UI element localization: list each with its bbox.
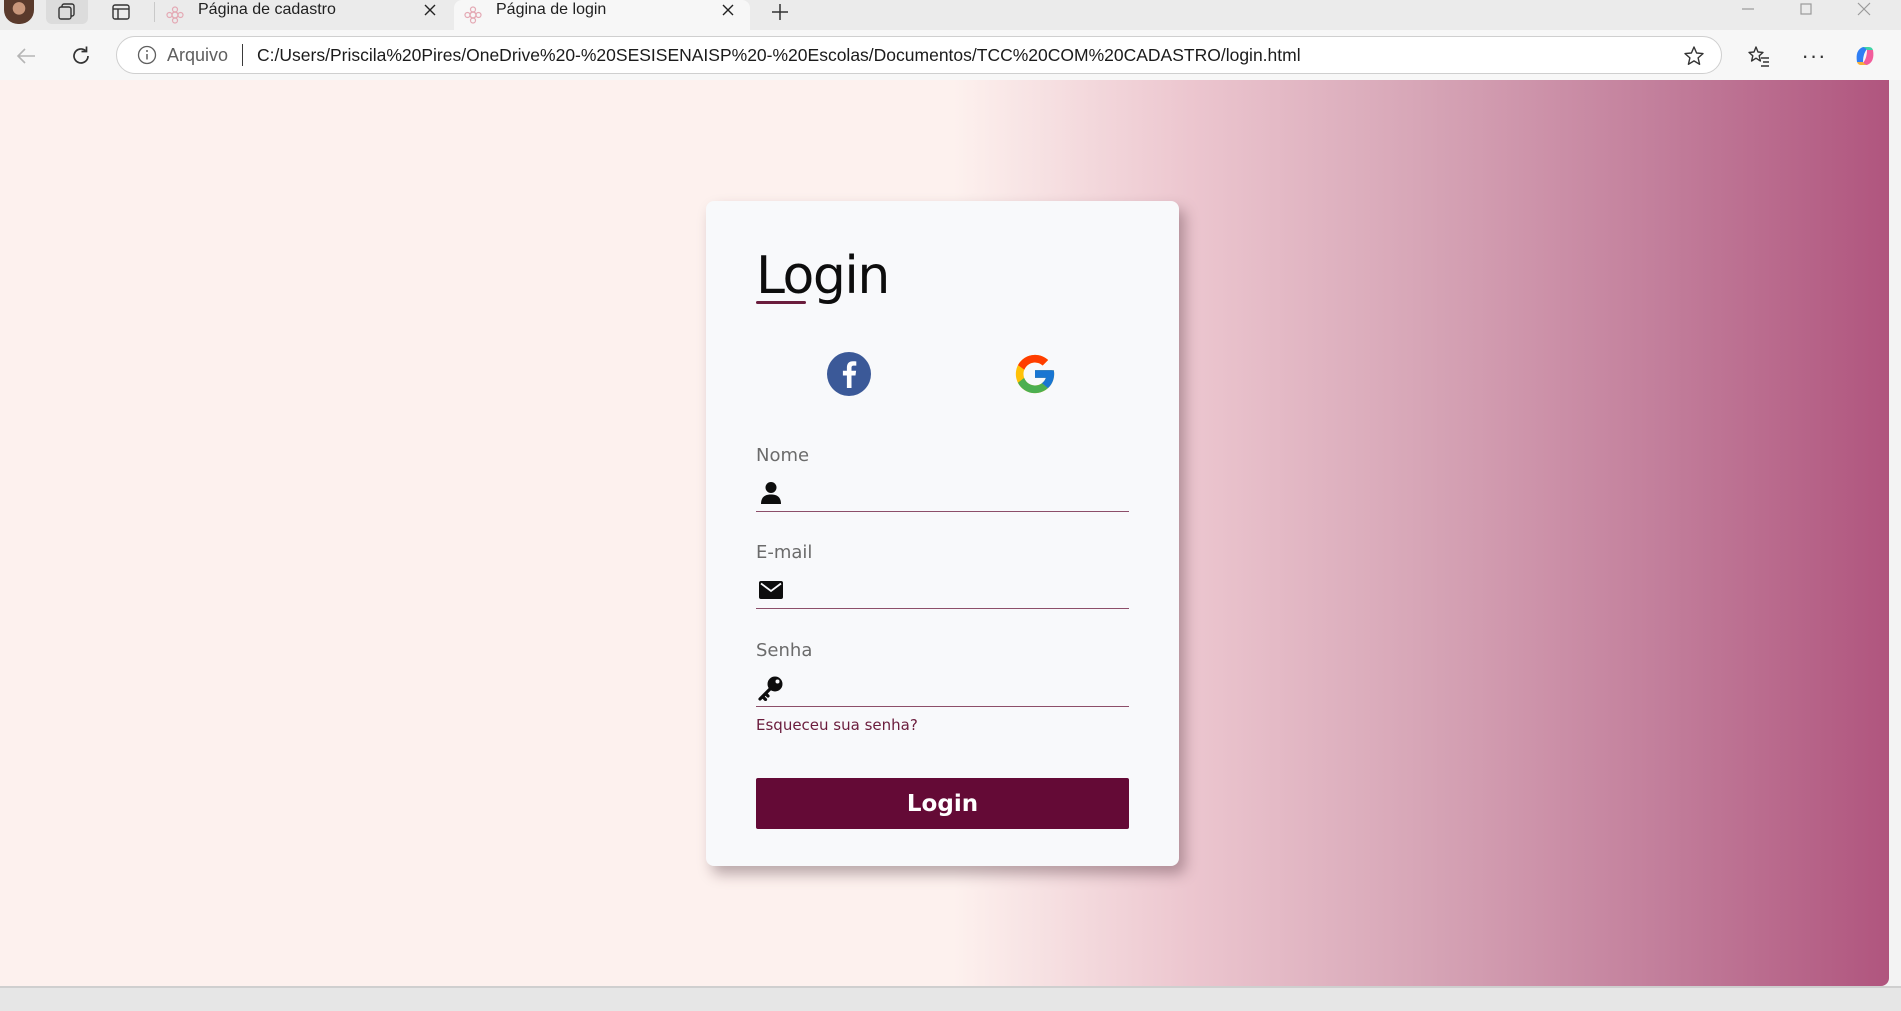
tab-separator xyxy=(154,2,155,22)
email-input[interactable] xyxy=(784,571,1129,608)
reload-icon xyxy=(73,46,89,64)
tab-pagina-de-login[interactable]: Página de login xyxy=(454,0,750,30)
email-label: E-mail xyxy=(756,542,813,563)
more-options-button[interactable]: ··· xyxy=(1796,38,1832,74)
email-input-row xyxy=(756,571,1129,609)
minimize-button[interactable] xyxy=(1724,0,1772,18)
senha-label: Senha xyxy=(756,640,813,661)
site-info-label[interactable]: Arquivo xyxy=(167,45,228,66)
url-text[interactable]: C:/Users/Priscila%20Pires/OneDrive%20-%2… xyxy=(257,45,1301,66)
flower-favicon-icon xyxy=(464,6,482,24)
copilot-button[interactable] xyxy=(1847,38,1883,74)
tab-title: Página de cadastro xyxy=(198,1,336,18)
title-underline xyxy=(756,301,806,304)
login-card: Login Nome E-mail Senha Esqueceu sua sen… xyxy=(706,201,1179,866)
vertical-tabs-button[interactable] xyxy=(100,0,142,24)
nome-field: Nome xyxy=(756,445,1129,512)
tab-title: Página de login xyxy=(496,1,607,18)
google-icon xyxy=(1015,354,1055,394)
back-button[interactable] xyxy=(8,38,44,74)
nome-label: Nome xyxy=(756,445,810,466)
taskbar-strip xyxy=(0,986,1901,1011)
google-login-button[interactable] xyxy=(1012,351,1058,397)
facebook-icon xyxy=(827,352,871,396)
address-separator xyxy=(242,44,244,66)
tab-pagina-de-cadastro[interactable]: Página de cadastro xyxy=(156,0,452,30)
email-field: E-mail xyxy=(756,542,1129,609)
copilot-icon xyxy=(1856,47,1874,65)
info-icon[interactable] xyxy=(137,45,157,65)
envelope-icon xyxy=(758,577,784,603)
senha-input-row xyxy=(756,669,1129,707)
plus-icon xyxy=(772,4,788,20)
address-bar[interactable]: Arquivo C:/Users/Priscila%20Pires/OneDri… xyxy=(116,36,1722,74)
workspaces-button[interactable] xyxy=(46,0,88,24)
browser-tab-strip: Página de cadastro Página de login xyxy=(0,0,1901,30)
close-icon xyxy=(1857,2,1871,16)
maximize-icon xyxy=(1800,3,1812,15)
senha-input[interactable] xyxy=(784,669,1129,706)
nome-input[interactable] xyxy=(784,474,1129,511)
favorites-button[interactable] xyxy=(1741,38,1777,74)
minimize-icon xyxy=(1742,8,1754,10)
forgot-password-link[interactable]: Esqueceu sua senha? xyxy=(756,716,918,734)
login-button[interactable]: Login xyxy=(756,778,1129,829)
arrow-left-icon xyxy=(16,48,35,64)
page-viewport: Login Nome E-mail Senha Esqueceu sua sen… xyxy=(0,80,1889,986)
scrollbar[interactable] xyxy=(1889,80,1901,986)
nome-input-row xyxy=(756,474,1129,512)
new-tab-button[interactable] xyxy=(760,0,800,24)
vertical-tabs-icon xyxy=(112,4,130,20)
flower-favicon-icon xyxy=(166,6,184,24)
workspaces-icon xyxy=(58,3,75,20)
favorite-star-icon[interactable] xyxy=(1681,43,1707,69)
browser-toolbar: Arquivo C:/Users/Priscila%20Pires/OneDri… xyxy=(0,30,1901,80)
window-close-button[interactable] xyxy=(1840,0,1888,18)
close-icon[interactable] xyxy=(418,0,442,22)
favorites-icon xyxy=(1748,46,1769,67)
maximize-button[interactable] xyxy=(1782,0,1830,18)
senha-field: Senha xyxy=(756,640,1129,707)
facebook-login-button[interactable] xyxy=(826,351,872,397)
reload-button[interactable] xyxy=(63,38,99,74)
login-title: Login xyxy=(756,246,890,306)
key-icon xyxy=(758,675,784,701)
profile-avatar[interactable] xyxy=(4,0,34,24)
close-icon[interactable] xyxy=(716,0,740,22)
user-icon xyxy=(758,480,784,506)
